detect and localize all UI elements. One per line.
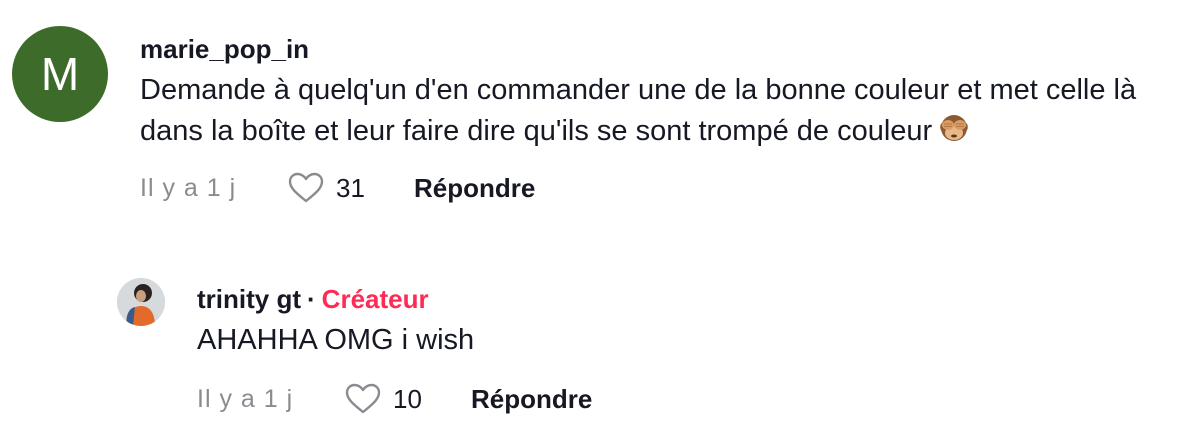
separator-dot: ·: [307, 284, 316, 314]
reply-meta: Il y a 1 j 10 Répondre: [197, 381, 1157, 417]
avatar[interactable]: [117, 278, 165, 326]
reply-button[interactable]: Répondre: [414, 173, 535, 204]
reply-header: trinity gt · Créateur: [197, 284, 1157, 314]
like-button[interactable]: 31: [288, 172, 414, 204]
like-count: 10: [393, 383, 422, 414]
avatar-letter: M: [40, 48, 80, 100]
avatar[interactable]: M: [12, 26, 108, 122]
reply-timestamp: Il y a 1 j: [197, 384, 294, 413]
reply-text: AHAHHA OMG i wish: [197, 324, 475, 356]
reply-username[interactable]: trinity gt: [197, 284, 301, 314]
like-button[interactable]: 10: [345, 383, 471, 415]
comment-body: marie_pop_in Demande à quelq'un d'en com…: [140, 34, 1160, 206]
comment-username[interactable]: marie_pop_in: [140, 34, 1160, 64]
comment-timestamp: Il y a 1 j: [140, 173, 237, 202]
comment-text-content: Demande à quelq'un d'en commander une de…: [140, 74, 1137, 147]
comment-meta: Il y a 1 j 31 Répondre: [140, 170, 1160, 206]
comment-text: Demande à quelq'un d'en commander une de…: [140, 70, 1140, 152]
comments-panel: M marie_pop_in Demande à quelq'un d'en c…: [0, 0, 1186, 432]
like-count: 31: [336, 172, 365, 203]
heart-icon[interactable]: [345, 383, 381, 415]
creator-badge: Créateur: [321, 284, 429, 314]
reply-button[interactable]: Répondre: [471, 384, 592, 415]
profile-photo-icon: [117, 278, 165, 326]
see-no-evil-monkey-icon: [940, 115, 969, 141]
heart-icon[interactable]: [288, 172, 324, 204]
reply-body: trinity gt · Créateur AHAHHA OMG i wish Il…: [197, 284, 1157, 417]
